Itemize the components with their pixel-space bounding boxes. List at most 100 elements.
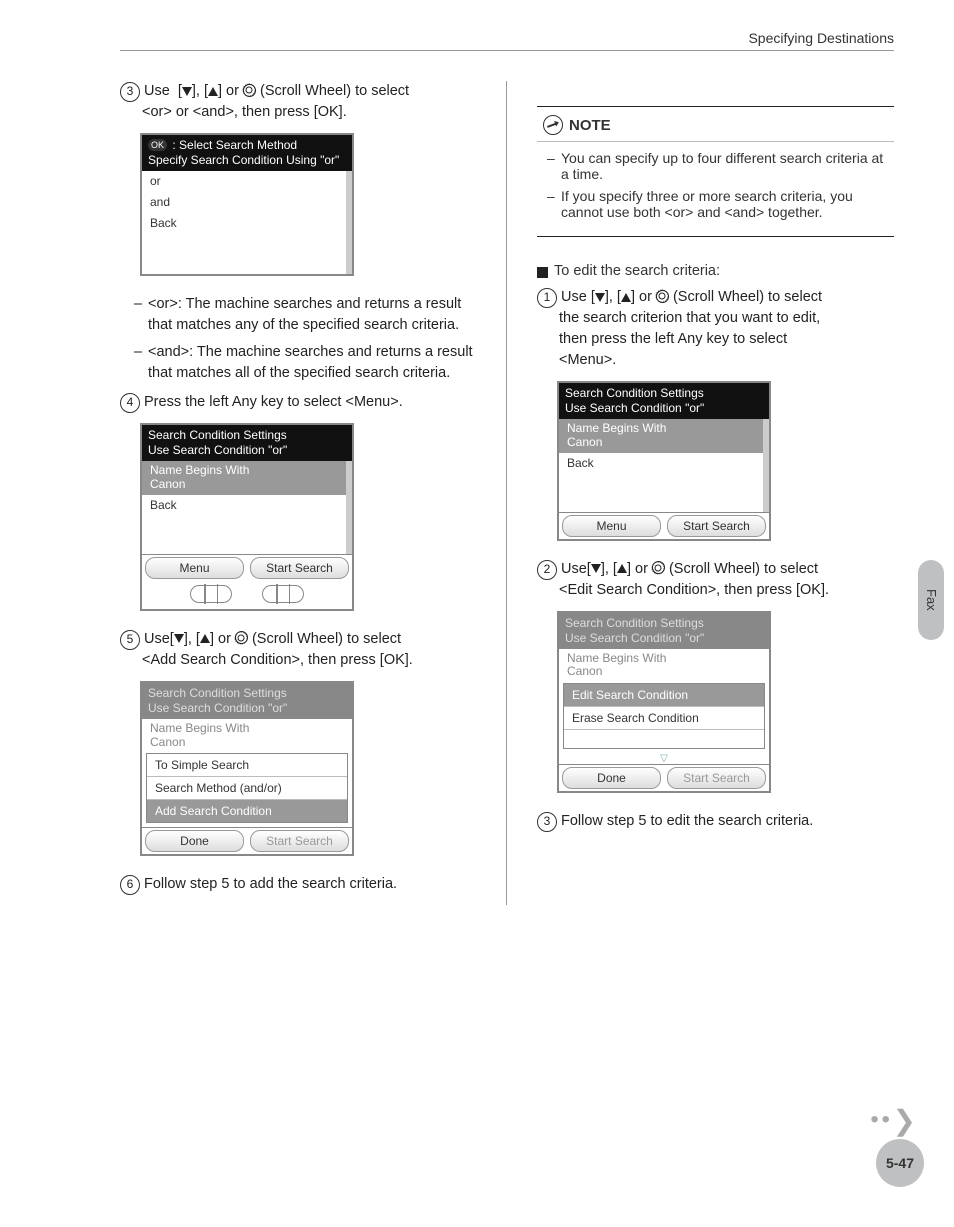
device-option-simple: To Simple Search (147, 754, 347, 777)
device-button-start-search: Start Search (667, 767, 766, 789)
device-footer: Menu Start Search (142, 554, 352, 581)
device-option-add: Add Search Condition (147, 800, 347, 822)
down-arrow-icon (182, 87, 192, 96)
device-row-namebegins: Name Begins With Canon (142, 719, 352, 753)
ok-badge-icon: OK (148, 139, 167, 151)
scroll-wheel-icon (243, 84, 256, 97)
device-screenshot-edit-menu: Search Condition Settings Use Search Con… (557, 381, 771, 541)
step-3: 3 Use [], [] or (Scroll Wheel) to select… (120, 81, 486, 123)
device-body: Name Begins With Canon To Simple Search … (142, 719, 352, 824)
step-number: 5 (120, 630, 140, 650)
step-6: 6 Follow step 5 to add the search criter… (120, 874, 486, 895)
step-text: Press the left Any key to select <Menu>. (144, 392, 486, 413)
any-key-left-icon (190, 585, 232, 603)
right-step-1: 1 Use [], [] or (Scroll Wheel) to select… (537, 287, 894, 371)
note-pencil-icon (543, 115, 563, 135)
device-body: Name Begins With Canon Back (142, 461, 352, 554)
step-text-cont: then press the left Any key to select (537, 329, 894, 350)
device-footer: Done Start Search (142, 827, 352, 854)
device-row-back: Back (559, 453, 763, 474)
device-header: Search Condition Settings Use Search Con… (142, 425, 352, 461)
note-item-2: – If you specify three or more search cr… (547, 188, 884, 220)
up-arrow-icon (208, 87, 218, 96)
device-button-done: Done (145, 830, 244, 852)
scroll-wheel-icon (235, 631, 248, 644)
step-number: 3 (537, 812, 557, 832)
continue-arrow-icon: • • ❯ (870, 1104, 914, 1137)
step-4: 4 Press the left Any key to select <Menu… (120, 392, 486, 413)
page: Specifying Destinations 3 Use [], [] or … (0, 0, 954, 1227)
step-text: Use[], [] or (Scroll Wheel) to select (561, 559, 894, 580)
device-button-menu: Menu (145, 557, 244, 579)
device-footer: Menu Start Search (559, 512, 769, 539)
note-box: NOTE – You can specify up to four differ… (537, 106, 894, 237)
device-row-namebegins: Name Begins With Canon (559, 419, 763, 453)
step-text: Use [], [] or (Scroll Wheel) to select (144, 81, 486, 102)
step-text-cont: <or> or <and>, then press [OK]. (120, 102, 486, 123)
step-number: 1 (537, 288, 557, 308)
page-number: 5-47 (876, 1139, 924, 1187)
device-screenshot-menu: Search Condition Settings Use Search Con… (140, 423, 354, 611)
up-arrow-icon (621, 293, 631, 302)
step-5: 5 Use[], [] or (Scroll Wheel) to select … (120, 629, 486, 671)
columns: 3 Use [], [] or (Scroll Wheel) to select… (120, 81, 894, 905)
down-arrow-icon (591, 564, 601, 573)
device-row-back: Back (142, 495, 346, 516)
device-header: Search Condition Settings Use Search Con… (142, 683, 352, 719)
step-number: 3 (120, 82, 140, 102)
sub-heading: To edit the search criteria: (537, 263, 894, 279)
side-tab: Fax (918, 560, 944, 640)
page-header: Specifying Destinations (120, 30, 894, 51)
scroll-wheel-icon (652, 561, 665, 574)
device-footer: Done Start Search (559, 764, 769, 791)
square-bullet-icon (537, 267, 548, 278)
step-number: 6 (120, 875, 140, 895)
device-header: Search Condition Settings Use Search Con… (559, 613, 769, 649)
device-body: Name Begins With Canon Back (559, 419, 769, 512)
any-key-right-icon (262, 585, 304, 603)
up-arrow-icon (617, 564, 627, 573)
step-text: Use[], [] or (Scroll Wheel) to select (144, 629, 486, 650)
device-header: OK : Select Search Method Specify Search… (142, 135, 352, 171)
explanation-and: – <and>: The machine searches and return… (134, 342, 486, 384)
device-header: Search Condition Settings Use Search Con… (559, 383, 769, 419)
right-column: NOTE – You can specify up to four differ… (507, 81, 894, 905)
down-arrow-icon (595, 293, 605, 302)
device-option-method: Search Method (and/or) (147, 777, 347, 800)
device-screenshot-editcondition: Search Condition Settings Use Search Con… (557, 611, 771, 794)
left-column: 3 Use [], [] or (Scroll Wheel) to select… (120, 81, 507, 905)
step-text-cont: the search criterion that you want to ed… (537, 308, 894, 329)
device-option-back: Back (142, 213, 346, 234)
device-body: or and Back (142, 171, 352, 274)
explanation-or: – <or>: The machine searches and returns… (134, 294, 486, 336)
step-text: Follow step 5 to edit the search criteri… (561, 811, 894, 832)
device-option-erase: Erase Search Condition (564, 707, 764, 730)
step-text: Use [], [] or (Scroll Wheel) to select (561, 287, 894, 308)
device-screenshot-addcondition: Search Condition Settings Use Search Con… (140, 681, 354, 857)
device-screenshot-select-method: OK : Select Search Method Specify Search… (140, 133, 354, 276)
up-arrow-icon (200, 634, 210, 643)
right-step-2: 2 Use[], [] or (Scroll Wheel) to select … (537, 559, 894, 601)
device-button-menu: Menu (562, 515, 661, 537)
step-number: 4 (120, 393, 140, 413)
step-text: Follow step 5 to add the search criteria… (144, 874, 486, 895)
step-text-cont: <Add Search Condition>, then press [OK]. (120, 650, 486, 671)
device-dropdown: Edit Search Condition Erase Search Condi… (563, 683, 765, 749)
note-body: – You can specify up to four different s… (537, 142, 894, 236)
step-number: 2 (537, 560, 557, 580)
device-dropdown: To Simple Search Search Method (and/or) … (146, 753, 348, 823)
explanation-list: – <or>: The machine searches and returns… (120, 294, 486, 384)
device-phys-keys (142, 581, 352, 609)
right-step-3: 3 Follow step 5 to edit the search crite… (537, 811, 894, 832)
device-option-or: or (142, 171, 346, 192)
device-button-start-search: Start Search (667, 515, 766, 537)
device-button-start-search: Start Search (250, 830, 349, 852)
device-button-start-search: Start Search (250, 557, 349, 579)
step-text-cont: <Menu>. (537, 350, 894, 371)
device-body: Name Begins With Canon Edit Search Condi… (559, 649, 769, 765)
down-arrow-icon (174, 634, 184, 643)
note-item-1: – You can specify up to four different s… (547, 150, 884, 182)
note-heading: NOTE (537, 107, 894, 142)
device-option-and: and (142, 192, 346, 213)
scroll-wheel-icon (656, 290, 669, 303)
